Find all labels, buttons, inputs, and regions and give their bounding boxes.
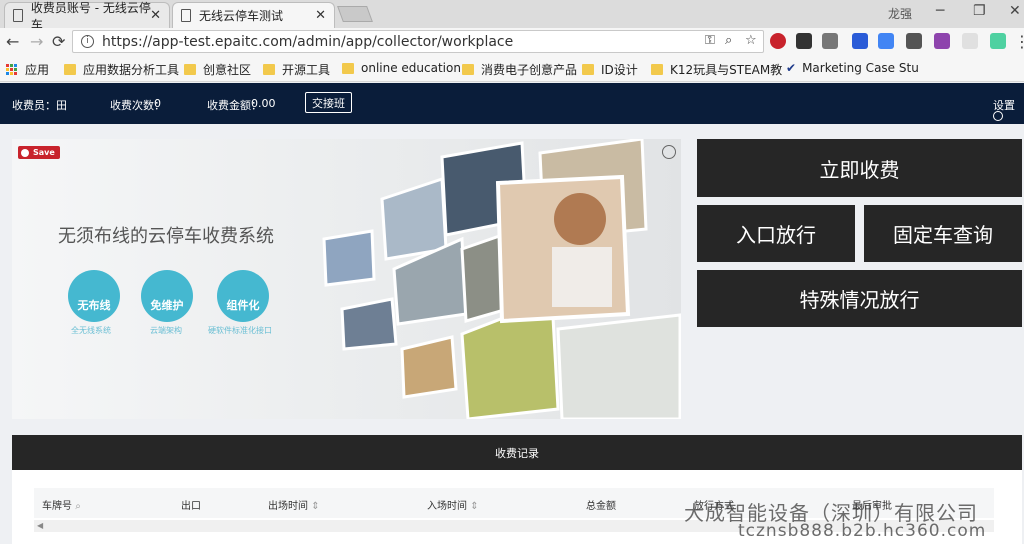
reload-icon[interactable]: ⟳ <box>52 32 65 51</box>
minimize-icon[interactable]: ─ <box>936 3 944 19</box>
star-icon[interactable]: ☆ <box>745 33 757 48</box>
url-text: https://app-test.epaitc.com/admin/app/co… <box>102 33 514 50</box>
browser-tabstrip: 收费员账号 - 无线云停车 ✕ 无线云停车测试 ✕ 龙强 ─ ❐ ✕ <box>0 0 1024 32</box>
bookmark-folder[interactable]: 消费电子创意产品 <box>462 61 577 78</box>
fixed-car-query-button[interactable]: 固定车查询 <box>864 205 1022 262</box>
pinterest-icon <box>21 148 29 157</box>
column-plate-number[interactable]: 车牌号 ⌕ <box>42 497 81 512</box>
feature-maintenance-free-icon: 免维护 <box>141 270 193 322</box>
extension-icon[interactable] <box>934 33 950 49</box>
charge-count-value: 0 <box>154 97 161 110</box>
bookmark-folder[interactable]: 开源工具 <box>263 61 330 78</box>
menu-icon[interactable]: ⋮ <box>1014 32 1024 51</box>
collector-name: 收费员：田 <box>12 99 67 112</box>
back-icon[interactable]: ← <box>6 32 19 51</box>
column-exit-time[interactable]: 出场时间 ⇕ <box>268 497 320 512</box>
feature-modular-icon: 组件化 <box>217 270 269 322</box>
close-window-icon[interactable]: ✕ <box>1009 3 1021 19</box>
column-total-amount: 总金额 <box>586 501 616 512</box>
key-icon[interactable]: ⚿ <box>705 33 715 48</box>
watermark-url: tcznsb888.b2b.hc360.com <box>738 521 987 541</box>
bookmark-favicon-icon: ✔ <box>786 61 797 75</box>
charge-now-button[interactable]: 立即收费 <box>697 139 1022 197</box>
bookmark-folder[interactable]: ID设计 <box>582 61 638 78</box>
folder-icon <box>64 64 76 75</box>
feature-caption: 云端架构 <box>150 326 182 335</box>
translate-extension-icon[interactable] <box>878 33 894 49</box>
gear-icon <box>993 111 1003 121</box>
extension-icon[interactable] <box>822 33 838 49</box>
extension-icon[interactable] <box>852 33 868 49</box>
search-icon[interactable]: ⌕ <box>75 501 81 512</box>
photo-collage-image <box>322 139 681 419</box>
document-icon <box>13 9 23 22</box>
address-toolbar: ← → ⟳ i https://app-test.epaitc.com/admi… <box>0 28 1024 56</box>
promo-banner: Save 无须布线的云停车收费系统 无布线 全无线系统 免维护 云端架构 组件化… <box>12 139 681 419</box>
records-header: 收费记录 <box>12 435 1022 470</box>
column-entry-time[interactable]: 入场时间 ⇕ <box>427 497 479 512</box>
bookmark-folder[interactable]: 应用数据分析工具 <box>64 61 179 78</box>
shift-handover-button[interactable]: 交接班 <box>305 92 352 113</box>
sort-icon[interactable]: ⇕ <box>470 501 478 512</box>
bookmark-folder[interactable]: 创意社区 <box>184 61 251 78</box>
sort-icon[interactable]: ⇕ <box>311 501 319 512</box>
tab-title: 无线云停车测试 <box>199 9 284 23</box>
bookmark-marketing[interactable]: ✔ Marketing Case Stu <box>786 61 919 75</box>
folder-icon <box>582 64 594 75</box>
apps-grid-icon <box>6 63 18 76</box>
charge-amount-value: 0.00 <box>251 97 276 110</box>
banner-title: 无须布线的云停车收费系统 <box>58 226 274 247</box>
special-release-button[interactable]: 特殊情况放行 <box>697 270 1022 327</box>
column-exit: 出口 <box>181 501 201 512</box>
pinterest-save-button[interactable]: Save <box>18 146 60 159</box>
feature-caption: 硬软件标准化接口 <box>208 326 272 335</box>
settings-button[interactable]: 设置 <box>993 97 1015 121</box>
restore-icon[interactable]: ❐ <box>973 3 986 19</box>
collector-status-bar: 收费员：田 收费次数： 0 收费金额： 0.00 交接班 设置 <box>0 83 1024 124</box>
bookmark-folder[interactable]: online education <box>342 61 461 75</box>
url-bar[interactable]: i https://app-test.epaitc.com/admin/app/… <box>72 30 764 53</box>
bookmark-folder[interactable]: K12玩具与STEAM教 <box>651 61 782 78</box>
extension-icon[interactable] <box>796 33 812 49</box>
feature-caption: 全无线系统 <box>71 326 111 335</box>
document-icon <box>181 9 191 22</box>
folder-icon <box>184 64 196 75</box>
scroll-left-icon[interactable]: ◀ <box>37 521 43 530</box>
profile-name[interactable]: 龙强 <box>888 5 912 22</box>
entry-release-button[interactable]: 入口放行 <box>697 205 855 262</box>
extension-icon[interactable] <box>906 33 922 49</box>
new-tab-button[interactable] <box>337 6 373 22</box>
browser-tab-cloud-parking-test[interactable]: 无线云停车测试 ✕ <box>172 2 335 28</box>
extension-icon[interactable] <box>962 33 978 49</box>
records-title: 收费记录 <box>495 446 539 460</box>
forward-icon[interactable]: → <box>30 32 43 51</box>
folder-icon <box>651 64 663 75</box>
folder-icon <box>462 64 474 75</box>
close-icon[interactable]: ✕ <box>150 8 161 23</box>
browser-tab-collector-account[interactable]: 收费员账号 - 无线云停车 ✕ <box>4 1 170 32</box>
close-icon[interactable]: ✕ <box>315 8 326 23</box>
folder-icon <box>342 62 354 74</box>
info-icon[interactable]: i <box>81 35 94 48</box>
zoom-icon[interactable]: ⌕ <box>725 33 732 48</box>
pinterest-extension-icon[interactable] <box>770 33 786 49</box>
feature-wireless-icon: 无布线 <box>68 270 120 322</box>
extension-icon[interactable] <box>990 33 1006 49</box>
folder-icon <box>263 64 275 75</box>
bookmark-apps[interactable]: 应用 <box>6 61 49 78</box>
bookmarks-bar: 应用 应用数据分析工具 创意社区 开源工具 online education 消… <box>0 56 1024 82</box>
